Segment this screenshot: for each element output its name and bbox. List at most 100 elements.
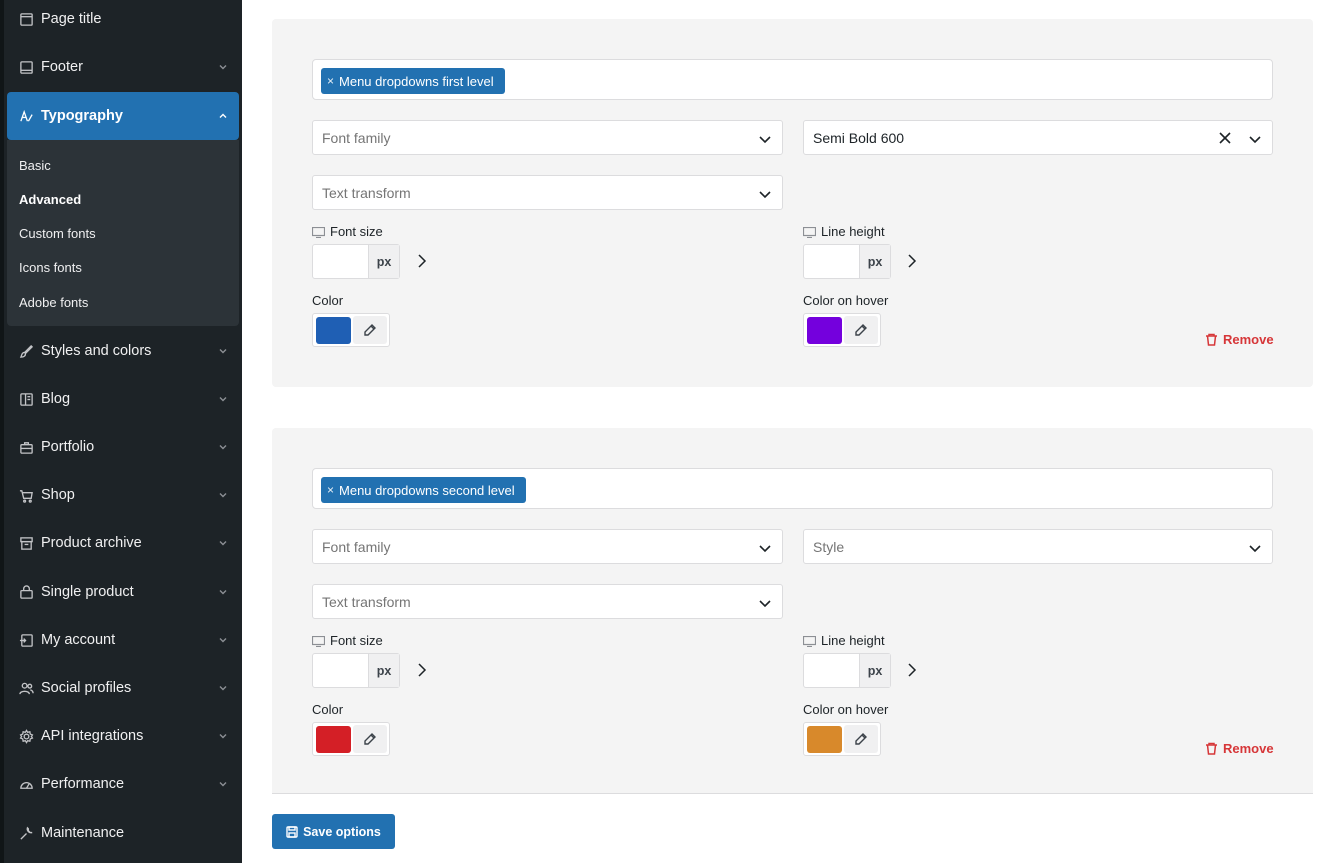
sidebar-item-social-profiles[interactable]: Social profiles [7,664,239,712]
line-height-input[interactable]: px [803,653,891,688]
line-height-input[interactable]: px [803,244,891,279]
sidebar-item-label: Shop [41,487,75,503]
font-size-label: Font size [311,633,383,648]
sidebar-item-blog[interactable]: Blog [7,375,239,423]
trash-icon [1206,742,1217,755]
font-size-input[interactable]: px [312,653,400,688]
sidebar-item-label: Footer [41,59,83,75]
sidebar-item-my-account[interactable]: My account [7,616,239,664]
clear-icon[interactable] [1218,131,1232,145]
chevron-down-icon [217,441,229,453]
sidebar-item-label: Maintenance [41,825,125,841]
color-swatch[interactable] [316,317,351,344]
brush-icon [18,343,34,359]
color-hover-label: Color on hover [803,293,889,308]
api-gear-icon [18,728,34,744]
sidebar: Page title Footer Typography Basic Advan… [0,0,242,863]
sidebar-edge [0,0,4,863]
sidebar-item-maintenance[interactable]: Maintenance [7,809,239,857]
save-options-button[interactable]: Save options [272,814,395,849]
blog-icon [18,391,34,407]
sidebar-item-label: Performance [41,776,125,792]
unit-label[interactable]: px [368,654,399,687]
selector-tag-input[interactable]: × Menu dropdowns first level [312,59,1273,100]
unit-label[interactable]: px [859,654,890,687]
font-family-placeholder: Font family [322,129,391,146]
submenu-item-icons-fonts[interactable]: Icons fonts [19,260,82,275]
color-control [312,722,390,756]
archive-icon [18,535,34,551]
color-hover-swatch[interactable] [807,317,842,344]
account-icon [18,632,34,648]
chevron-down-icon [217,537,229,549]
sidebar-item-shop[interactable]: Shop [7,471,239,519]
desktop-icon[interactable] [311,635,326,648]
sidebar-item-typography[interactable]: Typography [7,92,239,140]
chevron-right-icon[interactable] [416,662,430,678]
font-size-input[interactable]: px [312,244,400,279]
remove-button[interactable]: Remove [1205,741,1274,756]
font-style-select[interactable]: Semi Bold 600 [803,120,1273,155]
color-control [312,313,390,347]
eyedropper-icon[interactable] [353,725,387,753]
sidebar-item-portfolio[interactable]: Portfolio [7,423,239,471]
bag-icon [18,584,34,600]
eyedropper-icon[interactable] [844,725,878,753]
chevron-down-icon [1248,541,1262,555]
sidebar-item-performance[interactable]: Performance [7,760,239,808]
text-transform-placeholder: Text transform [322,184,411,201]
sidebar-item-api-integrations[interactable]: API integrations [7,712,239,760]
font-style-select[interactable]: Style [803,529,1273,564]
color-hover-swatch[interactable] [807,726,842,753]
wrench-icon [18,825,34,841]
submenu-item-advanced[interactable]: Advanced [19,192,81,207]
chevron-down-icon [217,682,229,694]
eyedropper-icon[interactable] [844,316,878,344]
tag-label: Menu dropdowns first level [339,73,494,89]
text-transform-select[interactable]: Text transform [312,584,783,619]
sidebar-item-label: Single product [41,584,134,600]
text-transform-select[interactable]: Text transform [312,175,783,210]
save-icon [286,825,298,838]
line-height-label: Line height [802,224,885,239]
sidebar-item-page-title[interactable]: Page title [7,0,239,43]
selector-tag: × Menu dropdowns second level [321,477,526,503]
chevron-right-icon[interactable] [416,253,430,269]
desktop-icon[interactable] [802,226,817,239]
sidebar-item-label: My account [41,632,116,648]
briefcase-icon [18,439,34,455]
remove-button[interactable]: Remove [1205,332,1274,347]
unit-label[interactable]: px [859,245,890,278]
tag-remove-icon[interactable]: × [327,483,334,497]
color-hover-control [803,313,881,347]
submenu-item-custom-fonts[interactable]: Custom fonts [19,226,96,241]
line-height-label: Line height [802,633,885,648]
sidebar-item-single-product[interactable]: Single product [7,568,239,616]
font-style-placeholder: Style [813,538,845,555]
chevron-down-icon [217,730,229,742]
font-family-placeholder: Font family [322,538,391,555]
color-hover-control [803,722,881,756]
font-family-select[interactable]: Font family [312,120,783,155]
color-label: Color [312,702,344,717]
sidebar-item-label: Social profiles [41,680,132,696]
unit-label[interactable]: px [368,245,399,278]
eyedropper-icon[interactable] [353,316,387,344]
sidebar-item-styles-and-colors[interactable]: Styles and colors [7,327,239,375]
chevron-down-icon [758,541,772,555]
tag-remove-icon[interactable]: × [327,74,334,88]
submenu-item-adobe-fonts[interactable]: Adobe fonts [19,295,88,310]
color-swatch[interactable] [316,726,351,753]
desktop-icon[interactable] [802,635,817,648]
submenu-item-basic[interactable]: Basic [19,158,51,173]
sidebar-item-label: Product archive [41,535,142,551]
chevron-up-icon [217,110,229,122]
font-family-select[interactable]: Font family [312,529,783,564]
desktop-icon[interactable] [311,226,326,239]
chevron-right-icon[interactable] [906,253,920,269]
selector-tag-input[interactable]: × Menu dropdowns second level [312,468,1273,509]
sidebar-item-product-archive[interactable]: Product archive [7,519,239,567]
typography-rule-panel: × Menu dropdowns second level Font famil… [272,428,1313,793]
chevron-right-icon[interactable] [906,662,920,678]
sidebar-item-footer[interactable]: Footer [7,43,239,91]
